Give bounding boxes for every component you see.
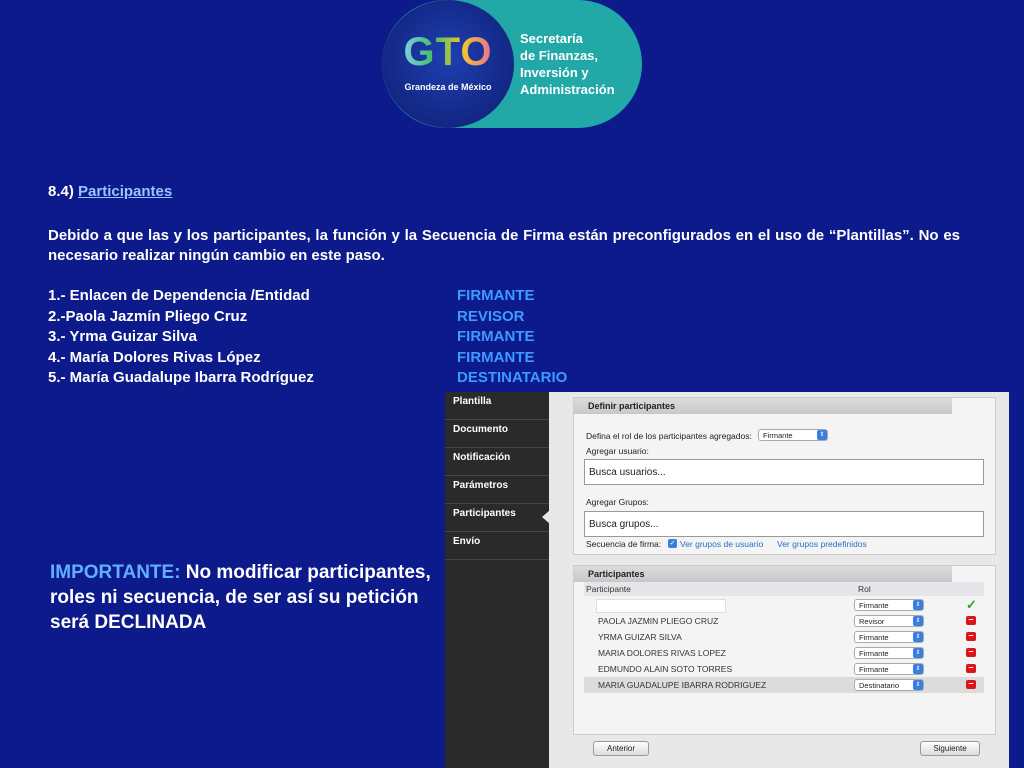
confirm-check-icon[interactable]: ✓ <box>966 598 977 611</box>
participants-panel: Participantes Participante Rol Firmante ⇕… <box>573 565 996 735</box>
sequence-label: Secuencia de firma: <box>586 539 662 549</box>
row-role-select[interactable]: Firmante ⇕ <box>854 647 924 659</box>
col-participant: Participante <box>586 584 631 594</box>
participant-name-input[interactable] <box>596 599 726 613</box>
add-user-label: Agregar usuario: <box>586 446 649 456</box>
nav-item-documento[interactable]: Documento <box>445 420 549 448</box>
row-role-select[interactable]: Firmante ⇕ <box>854 663 924 675</box>
remove-icon[interactable]: – <box>966 647 976 657</box>
table-row: MARIA DOLORES RIVAS LOPEZ Firmante ⇕ – <box>584 645 984 661</box>
add-group-label: Agregar Grupos: <box>586 497 649 507</box>
row-participant-name: MARIA GUADALUPE IBARRA RODRIGUEZ <box>598 680 767 690</box>
remove-icon[interactable]: – <box>966 615 976 625</box>
chevron-down-icon: ⇕ <box>913 680 923 690</box>
row-role-select[interactable]: Destinatario ⇕ <box>854 679 924 691</box>
remove-icon[interactable]: – <box>966 679 976 689</box>
nav-item-envio[interactable]: Envío <box>445 532 549 560</box>
row-role-select[interactable]: Firmante ⇕ <box>854 599 924 611</box>
row-role-select[interactable]: Revisor ⇕ <box>854 615 924 627</box>
section-number: 8.4) <box>48 183 74 200</box>
role-select[interactable]: Firmante ⇕ <box>758 429 828 441</box>
nav-item-parametros[interactable]: Parámetros <box>445 476 549 504</box>
participant-role: DESTINATARIO <box>457 369 568 386</box>
chevron-down-icon: ⇕ <box>817 430 827 440</box>
participant-role: FIRMANTE <box>457 287 535 304</box>
nav-item-participantes[interactable]: Participantes <box>445 504 550 532</box>
nav-item-plantilla[interactable]: Plantilla <box>445 392 549 420</box>
sequence-checkbox[interactable]: ✓ <box>668 539 677 548</box>
participant-name: 1.- Enlacen de Dependencia /Entidad <box>48 287 310 304</box>
participant-role: FIRMANTE <box>457 328 535 345</box>
user-search-input[interactable]: Busca usuarios... <box>584 459 984 485</box>
next-button[interactable]: Siguiente <box>920 741 980 756</box>
table-row: EDMUNDO ALAIN SOTO TORRES Firmante ⇕ – <box>584 661 984 677</box>
row-participant-name: PAOLA JAZMIN PLIEGO CRUZ <box>598 616 719 626</box>
chevron-down-icon: ⇕ <box>913 616 923 626</box>
col-role: Rol <box>858 584 871 594</box>
row-participant-name: YRMA GUIZAR SILVA <box>598 632 682 642</box>
define-participants-title: Definir participantes <box>574 398 952 414</box>
chevron-down-icon: ⇕ <box>913 600 923 610</box>
logo-org-name: Secretaría de Finanzas, Inversión y Admi… <box>520 31 615 97</box>
table-row: MARIA GUADALUPE IBARRA RODRIGUEZ Destina… <box>584 677 984 693</box>
row-participant-name: MARIA DOLORES RIVAS LOPEZ <box>598 648 726 658</box>
group-search-input[interactable]: Busca grupos... <box>584 511 984 537</box>
chevron-down-icon: ⇕ <box>913 664 923 674</box>
participant-names: 1.- Enlacen de Dependencia /Entidad 2.-P… <box>48 286 314 389</box>
chevron-down-icon: ⇕ <box>913 648 923 658</box>
logo-tagline: Grandeza de México <box>404 82 492 92</box>
app-screenshot: Plantilla Documento Notificación Parámet… <box>445 392 1009 768</box>
participant-name: 3.- Yrma Guizar Silva <box>48 328 197 345</box>
row-participant-name: EDMUNDO ALAIN SOTO TORRES <box>598 664 733 674</box>
table-row: YRMA GUIZAR SILVA Firmante ⇕ – <box>584 629 984 645</box>
logo-brand: GTO <box>396 30 500 75</box>
nav-item-notificacion[interactable]: Notificación <box>445 448 549 476</box>
important-notice: IMPORTANTE: No modificar participantes, … <box>50 560 435 635</box>
row-role-select[interactable]: Firmante ⇕ <box>854 631 924 643</box>
participant-roles: FIRMANTE REVISOR FIRMANTE FIRMANTE DESTI… <box>457 286 567 389</box>
role-label: Defina el rol de los participantes agreg… <box>586 431 752 441</box>
previous-button[interactable]: Anterior <box>593 741 649 756</box>
remove-icon[interactable]: – <box>966 631 976 641</box>
participant-name: 5.- María Guadalupe Ibarra Rodríguez <box>48 369 314 386</box>
participant-role: FIRMANTE <box>457 348 535 366</box>
participants-panel-title: Participantes <box>574 566 952 582</box>
table-row: PAOLA JAZMIN PLIEGO CRUZ Revisor ⇕ – <box>584 613 984 629</box>
remove-icon[interactable]: – <box>966 663 976 673</box>
table-row: Firmante ⇕ ✓ <box>584 597 984 613</box>
wizard-content: Definir participantes Defina el rol de l… <box>549 392 1009 768</box>
gto-logo: GTO Grandeza de México Secretaría de Fin… <box>382 0 642 128</box>
intro-paragraph: Debido a que las y los participantes, la… <box>48 227 960 264</box>
chevron-down-icon: ⇕ <box>913 632 923 642</box>
important-label: IMPORTANTE: <box>50 562 181 583</box>
participant-role: REVISOR <box>457 307 525 325</box>
define-participants-panel: Definir participantes Defina el rol de l… <box>573 397 996 555</box>
wizard-sidebar: Plantilla Documento Notificación Parámet… <box>445 392 550 768</box>
participant-name: 4.- María Dolores Rivas López <box>48 348 261 366</box>
participants-table-header: Participante Rol <box>584 582 984 596</box>
predefined-groups-link[interactable]: Ver grupos predefinidos <box>777 539 867 549</box>
user-groups-link[interactable]: Ver grupos de usuario <box>680 539 763 549</box>
section-title: Participantes <box>78 183 173 200</box>
participant-name: 2.-Paola Jazmín Pliego Cruz <box>48 307 248 325</box>
section-heading: 8.4) Participantes <box>48 183 172 200</box>
